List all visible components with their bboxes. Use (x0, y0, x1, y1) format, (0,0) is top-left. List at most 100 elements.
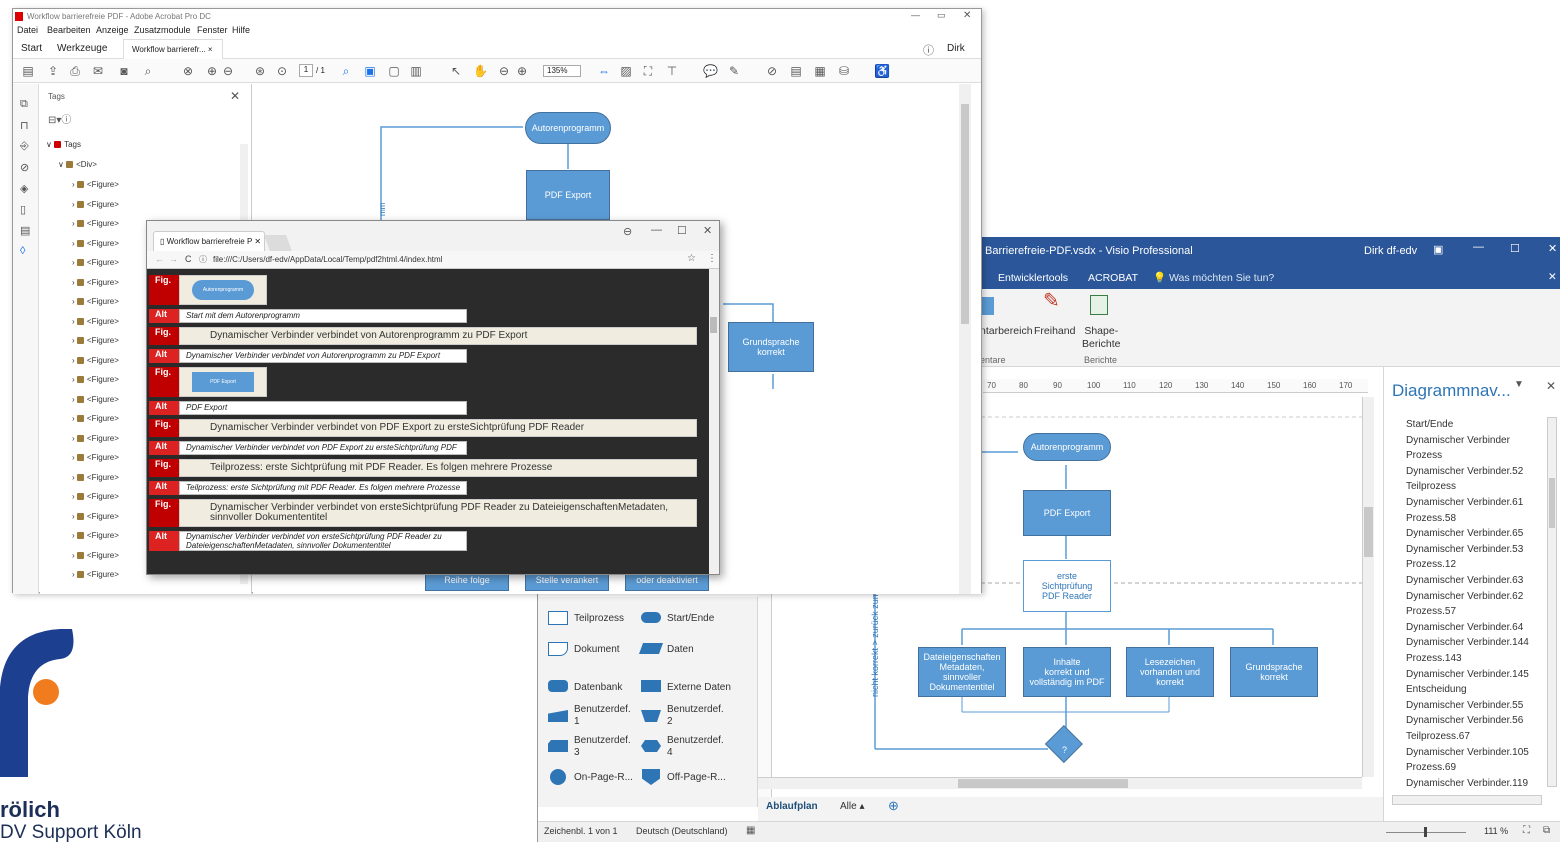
export-icon[interactable]: ▤ (789, 64, 803, 78)
tag-figure[interactable]: › <Figure> (72, 200, 119, 209)
tag-figure[interactable]: › <Figure> (72, 512, 119, 521)
menu-bearbeiten[interactable]: Bearbeiten (47, 25, 91, 35)
menu-zusatzmodule[interactable]: Zusatzmodule (134, 25, 191, 35)
content-icon[interactable]: ▤ (20, 224, 30, 237)
menu-hilfe[interactable]: Hilfe (232, 25, 250, 35)
rotate-icon[interactable]: ⊛ (253, 64, 267, 78)
navigator-close-icon[interactable]: ✕ (1546, 379, 1556, 393)
acrobat-minimize-icon[interactable]: — (911, 10, 920, 20)
menu-fenster[interactable]: Fenster (197, 25, 228, 35)
bookmark-icon[interactable]: ⊓ (20, 119, 29, 132)
page-view-icon[interactable]: ▣ (363, 64, 377, 78)
pen-icon[interactable]: ✎ (727, 64, 741, 78)
tag-figure[interactable]: › <Figure> (72, 434, 119, 443)
shape-benutzerdef-1[interactable]: Benutzerdef. 1 (574, 704, 631, 728)
upload-icon[interactable]: ⇪ (46, 64, 60, 78)
tag-figure[interactable]: › <Figure> (72, 258, 119, 267)
node-inhalte[interactable]: Inhalte korrekt und vollständig im PDF (1023, 647, 1111, 697)
prev-page-icon[interactable]: ⊕ (205, 64, 219, 78)
profile-icon[interactable]: ⊖ (623, 225, 632, 238)
navigator-item[interactable]: Teilprozess.67 (1406, 731, 1470, 742)
tell-me-search[interactable]: Was möchten Sie tun? (1169, 272, 1274, 284)
visio-user[interactable]: Dirk df-edv (1364, 245, 1417, 257)
navigator-item[interactable]: Prozess.58 (1406, 513, 1456, 524)
zoom-out-icon[interactable]: ⊖ (497, 64, 511, 78)
start-end-shape-icon[interactable] (641, 612, 661, 623)
tab-ablaufplan[interactable]: Ablaufplan (766, 801, 818, 812)
next-page-icon[interactable]: ⊖ (221, 64, 235, 78)
ribbon-freehand[interactable]: Freihand (1034, 325, 1075, 338)
canvas-horizontal-scrollbar[interactable] (758, 777, 1362, 789)
tag-figure[interactable]: › <Figure> (72, 297, 119, 306)
save-icon[interactable]: ▤ (21, 64, 35, 78)
bookmark-star-icon[interactable]: ☆ (687, 253, 696, 264)
tags-panel-close-icon[interactable]: ✕ (230, 89, 240, 103)
node-lesezeichen[interactable]: Lesezeichen vorhanden und korrekt (1126, 647, 1214, 697)
navigator-item[interactable]: Start/Ende (1406, 419, 1453, 430)
stack-icon[interactable]: ◈ (20, 182, 28, 195)
fit-page-icon[interactable]: ⛶ (1523, 825, 1530, 836)
find-icon[interactable]: ⌕ (339, 64, 353, 78)
hand-tool-icon[interactable]: ✋ (473, 64, 488, 78)
status-language[interactable]: Deutsch (Deutschland) (636, 826, 728, 836)
tag-figure[interactable]: › <Figure> (72, 219, 119, 228)
shape-off-page-ref[interactable]: Off-Page-R... (667, 772, 726, 783)
acrobat-maximize-icon[interactable]: ▭ (937, 10, 946, 21)
tab-werkzeuge[interactable]: Werkzeuge (57, 43, 107, 54)
node-pdf-export[interactable]: PDF Export (1023, 490, 1111, 536)
page-number-input[interactable]: 1 (299, 64, 313, 77)
shape-externe-daten[interactable]: Externe Daten (667, 682, 731, 693)
attachment-icon[interactable]: ⊘ (20, 161, 29, 174)
zoom-in-icon[interactable]: ⊕ (515, 64, 529, 78)
navigator-item[interactable]: Dynamischer Verbinder.56 (1406, 715, 1523, 726)
check-icon[interactable]: ⊘ (765, 64, 779, 78)
url-field[interactable]: file:///C:/Users/df-edv/AppData/Local/Te… (213, 255, 442, 264)
display-options-icon[interactable]: ▣ (1433, 243, 1443, 256)
tags-options-icon[interactable]: ⊟▾ⓘ (48, 111, 71, 126)
custom3-shape-icon[interactable] (548, 740, 568, 752)
print-icon[interactable]: ⎙ (68, 64, 82, 78)
tab-entwicklertools[interactable]: Entwicklertools (998, 272, 1068, 284)
navigator-item[interactable]: Dynamischer Verbinder.64 (1406, 622, 1523, 633)
status-zoom[interactable]: 111 % (1484, 826, 1508, 836)
comment-icon[interactable]: 💬 (703, 64, 718, 78)
fit-width-icon[interactable]: ⇔ (597, 64, 611, 78)
tab-acrobat[interactable]: ACROBAT (1088, 272, 1138, 284)
external-data-shape-icon[interactable] (641, 680, 661, 692)
tag-figure[interactable]: › <Figure> (72, 414, 119, 423)
data-shape-icon[interactable] (638, 643, 664, 654)
form-icon[interactable]: ⊤ (665, 64, 679, 78)
node-erste-sichtpruefung[interactable]: erste Sichtprüfung PDF Reader (1023, 560, 1111, 612)
node-grundsprache[interactable]: Grundsprache korrekt (1230, 647, 1318, 697)
close-icon[interactable]: ✕ (1548, 242, 1557, 255)
browser-tab[interactable]: ▯ Workflow barrierefreie P ✕ (153, 231, 265, 251)
on-page-ref-shape-icon[interactable] (550, 769, 566, 785)
node-dateieigenschaften[interactable]: Dateieigenschaften Metadaten, sinnvoller… (918, 647, 1006, 697)
tag-figure[interactable]: › <Figure> (72, 492, 119, 501)
layers-icon[interactable]: ⎆ (20, 140, 29, 153)
redact-icon[interactable]: ⛁ (837, 64, 851, 78)
add-page-icon[interactable]: ⊕ (888, 798, 899, 814)
navigator-item[interactable]: Prozess.57 (1406, 606, 1456, 617)
navigator-item[interactable]: Entscheidung (1406, 684, 1467, 695)
shape-teilprozess[interactable]: Teilprozess (574, 613, 624, 624)
pages-icon[interactable]: ⧉ (20, 98, 28, 111)
shape-benutzerdef-4[interactable]: Benutzerdef. 4 (667, 735, 724, 759)
navigator-item[interactable]: Dynamischer Verbinder.63 (1406, 575, 1523, 586)
ribbon-comment-pane[interactable]: ntarbereich (980, 325, 1033, 338)
tag-figure[interactable]: › <Figure> (72, 239, 119, 248)
tab-document[interactable]: Workflow barrierefr... × (123, 39, 223, 59)
navigator-item[interactable]: Dynamischer Verbinder.65 (1406, 528, 1523, 539)
navigator-item[interactable]: Dynamischer Verbinder.145 (1406, 669, 1529, 680)
tag-div[interactable]: ∨ <Div> (58, 160, 97, 169)
acrobat-user[interactable]: Dirk (947, 43, 965, 54)
zoom-select[interactable]: 135% (543, 65, 581, 77)
tag-figure[interactable]: › <Figure> (72, 375, 119, 384)
new-tab-button[interactable] (264, 235, 292, 251)
tag-figure[interactable]: › <Figure> (72, 551, 119, 560)
shape-dokument[interactable]: Dokument (574, 644, 620, 655)
tab-start[interactable]: Start (21, 43, 42, 54)
back-icon[interactable]: ⊙ (275, 64, 289, 78)
shape-datenbank[interactable]: Datenbank (574, 682, 622, 693)
node-autorenprogramm[interactable]: Autorenprogramm (1023, 433, 1111, 461)
